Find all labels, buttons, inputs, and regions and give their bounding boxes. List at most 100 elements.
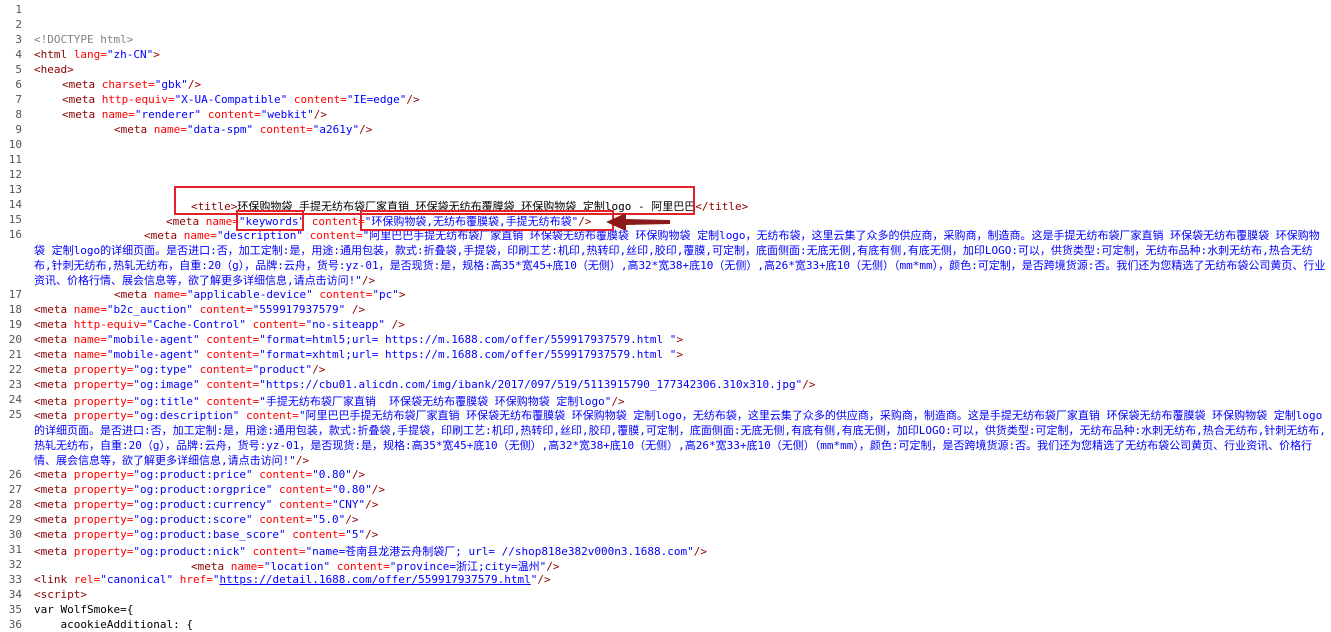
tag: <meta <box>62 78 96 91</box>
attr: property= <box>67 513 134 526</box>
value: "format=xhtml;url= https://m.1688.com/of… <box>259 348 677 361</box>
attr: content= <box>245 545 306 558</box>
tag: /> <box>345 513 359 526</box>
line-5-head-tag: <head> <box>34 63 74 76</box>
line-number: 9 <box>15 123 22 136</box>
tag: <meta <box>34 528 68 541</box>
keywords-content-value: "环保购物袋,无纺布覆膜袋,手提无纺布袋" <box>364 215 579 228</box>
attr: content= <box>192 363 253 376</box>
line-28-meta-og-currency: <meta property="og:product:currency" con… <box>34 498 378 511</box>
value: "no-siteapp" <box>305 318 386 331</box>
line-number: 13 <box>8 183 22 196</box>
tag: <meta <box>34 498 68 511</box>
attr: content= <box>201 108 261 121</box>
line-number: 3 <box>15 33 22 46</box>
line-number: 27 <box>8 483 22 496</box>
attr: property= <box>67 378 134 391</box>
attr: content= <box>330 560 390 573</box>
tag: /> <box>578 215 592 228</box>
value: "og:product:currency" <box>133 498 273 511</box>
value: "5.0" <box>312 513 346 526</box>
line-number: 14 <box>8 198 22 211</box>
attr: content= <box>272 483 333 496</box>
line-number: 17 <box>8 288 22 301</box>
attr: http-equiv= <box>95 93 175 106</box>
value: "IE=edge" <box>346 93 407 106</box>
tag: </title> <box>695 200 749 213</box>
attr: property= <box>67 409 134 422</box>
tag: /> <box>802 378 816 391</box>
tag: /> <box>295 454 310 467</box>
tag: /> <box>371 483 386 496</box>
tag: <title> <box>191 200 238 213</box>
line-number: 8 <box>15 108 22 121</box>
title-text-suffix: - 阿里巴巴 <box>631 200 696 213</box>
attr: name= <box>67 348 107 361</box>
attr: content= <box>253 123 313 136</box>
value: "https://cbu01.alicdn.com/img/ibank/2017… <box>259 378 803 391</box>
tag: /> <box>611 395 625 408</box>
value: "gbk" <box>154 78 188 91</box>
attr: charset= <box>95 78 155 91</box>
line-8-meta-renderer: <meta name="renderer" content="webkit"/> <box>62 108 327 121</box>
line-31-meta-og-nick: <meta property="og:product:nick" content… <box>34 543 707 559</box>
tag: <meta <box>34 363 68 376</box>
line-34-script-tag: <script> <box>34 588 87 601</box>
tag: <meta <box>114 288 148 301</box>
value: "og:product:base_score" <box>133 528 286 541</box>
attr: name= <box>67 333 107 346</box>
attr: http-equiv= <box>67 318 147 331</box>
line-number: 30 <box>8 528 22 541</box>
line-number: 18 <box>8 303 22 316</box>
line-32-meta-location: <meta name="location" content="province=… <box>191 558 560 574</box>
attr: content= <box>287 93 347 106</box>
tag: > <box>398 288 406 301</box>
keywords-name-value: "keywords" <box>238 215 306 228</box>
value: "559917937579" <box>252 303 346 316</box>
value: "pc" <box>372 288 399 301</box>
tag: <meta <box>34 348 68 361</box>
tag: > <box>676 333 684 346</box>
value: "0.80" <box>332 483 372 496</box>
line-number: 2 <box>15 18 22 31</box>
value: "0.80" <box>312 468 352 481</box>
attr: content= <box>285 528 346 541</box>
canonical-link[interactable]: https://detail.1688.com/offer/5599179375… <box>219 573 530 586</box>
line-number: 28 <box>8 498 22 511</box>
line-14-title: <title>环保购物袋 手提无纺布袋厂家直销 环保袋无纺布覆膜袋 环保购物袋 … <box>191 198 748 214</box>
line-6-meta-charset: <meta charset="gbk"/> <box>62 78 201 91</box>
tag: <meta <box>34 545 68 558</box>
value: "description" <box>216 229 303 242</box>
value: "og:product:score" <box>133 513 253 526</box>
tag: /> <box>312 363 326 376</box>
line-number: 5 <box>15 63 22 76</box>
line-number: 10 <box>8 138 22 151</box>
line-number: 24 <box>8 393 22 406</box>
tag: /> <box>365 498 379 511</box>
line-number: 35 <box>8 603 22 616</box>
value: "location" <box>263 560 331 573</box>
line-number: 6 <box>15 78 22 91</box>
line-26-meta-og-price: <meta property="og:product:price" conten… <box>34 468 365 481</box>
line-33-link-canonical: <link rel="canonical" href="https://deta… <box>34 573 551 586</box>
attr: content= <box>252 513 313 526</box>
attr: name= <box>67 303 107 316</box>
line-7-meta-compat: <meta http-equiv="X-UA-Compatible" conte… <box>62 93 420 106</box>
line-30-meta-og-base-score: <meta property="og:product:base_score" c… <box>34 528 378 541</box>
line-27-meta-og-orgprice: <meta property="og:product:orgprice" con… <box>34 483 385 496</box>
line-21-meta-mobile-agent: <meta name="mobile-agent" content="forma… <box>34 348 683 361</box>
attr: rel= <box>67 573 101 586</box>
line-number: 11 <box>8 153 22 166</box>
line-36-js: acookieAdditional: { <box>34 618 193 631</box>
attr: content= <box>239 409 299 422</box>
value: "og:product:price" <box>133 468 253 481</box>
tag: <meta <box>62 93 96 106</box>
line-number: 26 <box>8 468 22 481</box>
value: "renderer" <box>134 108 202 121</box>
value: "canonical" <box>100 573 174 586</box>
tag: <meta <box>34 409 68 422</box>
tag: /> <box>187 78 202 91</box>
line-35-js: var WolfSmoke={ <box>34 603 134 616</box>
tag: /> <box>406 93 420 106</box>
tag: > <box>676 348 684 361</box>
